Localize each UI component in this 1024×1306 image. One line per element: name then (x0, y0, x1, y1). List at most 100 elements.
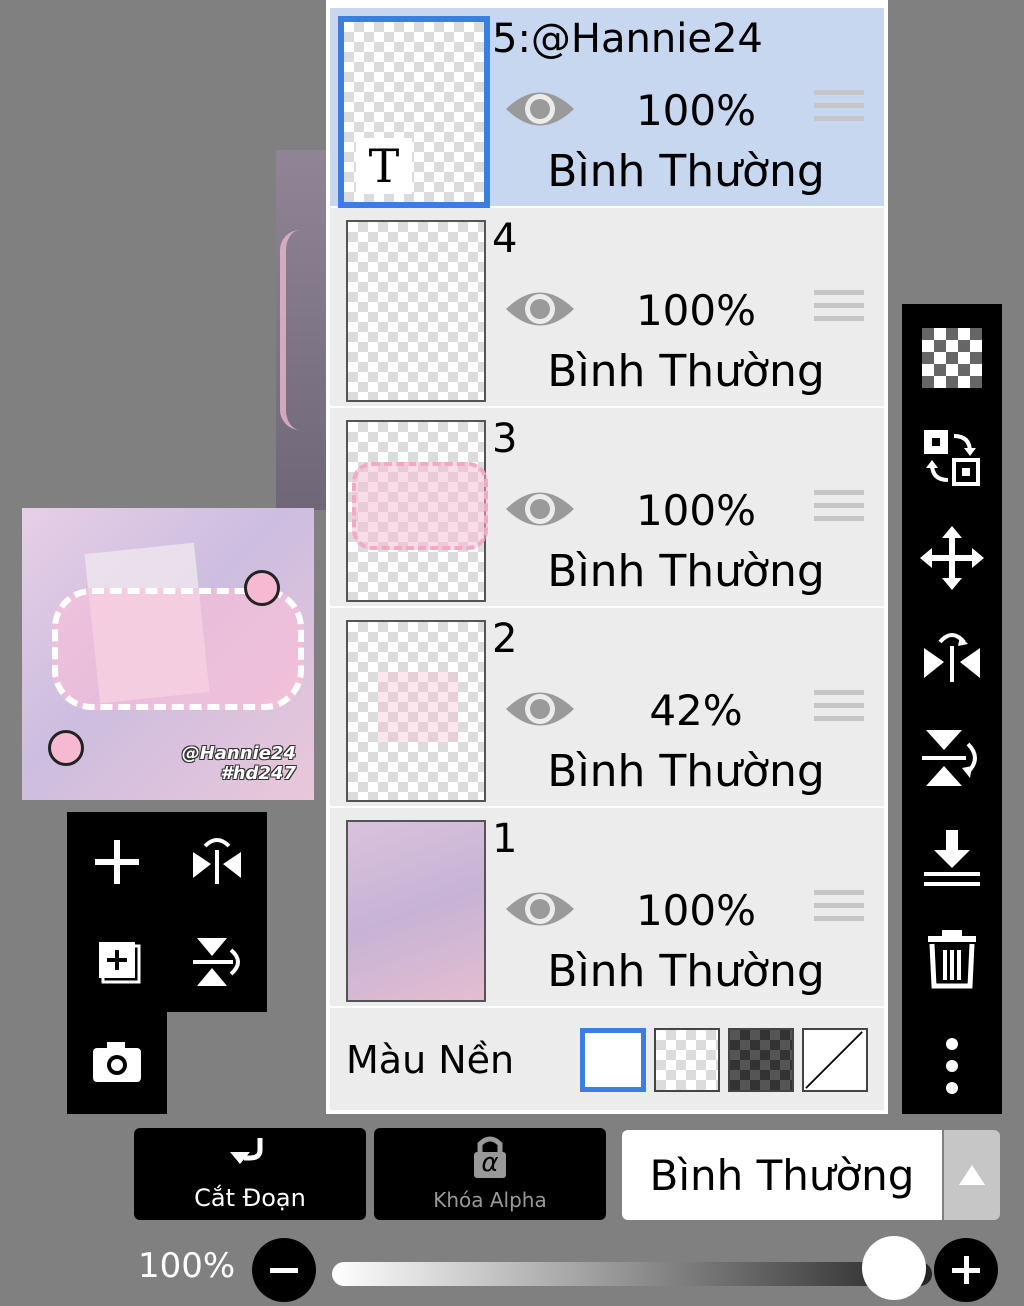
layer-thumbnail (346, 820, 486, 1002)
layer-blend-mode: Bình Thường (547, 546, 825, 597)
drag-handle-icon[interactable] (814, 690, 864, 734)
right-toolbar (902, 304, 1002, 1114)
swatch-checker-dark[interactable] (728, 1028, 794, 1092)
layer-name: 4 (492, 216, 518, 262)
drag-handle-icon[interactable] (814, 90, 864, 134)
layer-row[interactable]: 4 100% Bình Thường (330, 208, 884, 406)
watermark-line2: #hd247 (220, 763, 296, 784)
faded-sticker-thumb (378, 672, 458, 742)
swatch-none[interactable] (802, 1028, 868, 1092)
camera-button[interactable] (67, 1012, 167, 1112)
layer-name: 1 (492, 816, 518, 862)
layer-name: 5:@Hannie24 (492, 16, 763, 62)
trash-icon (928, 930, 976, 989)
sticker-lettering (52, 588, 304, 710)
transparency-button[interactable] (902, 308, 1002, 408)
watermark: @Hannie24 #hd247 (182, 744, 296, 784)
layer-opacity-readout: 100% (138, 1246, 236, 1286)
flip-vertical-button[interactable] (167, 912, 267, 1012)
canvas-edge-preview (276, 150, 326, 510)
swap-layers-button[interactable] (902, 408, 1002, 508)
more-icon (946, 1038, 958, 1094)
layer-thumbnail (346, 420, 488, 602)
drag-handle-icon[interactable] (814, 890, 864, 934)
visibility-eye-icon[interactable] (504, 882, 576, 936)
clipping-label: Cắt Đoạn (194, 1184, 306, 1212)
layer-thumbnail: T (338, 16, 490, 208)
flip-horizontal-button[interactable] (902, 608, 1002, 708)
layer-opacity: 42% (649, 686, 743, 735)
copy-layer-button[interactable] (67, 912, 167, 1012)
merge-down-icon (924, 830, 980, 886)
drag-handle-icon[interactable] (814, 490, 864, 534)
alpha-lock-button[interactable]: α Khóa Alpha (374, 1128, 606, 1220)
flip-horizontal-icon (924, 633, 980, 682)
slash-icon (805, 1031, 863, 1089)
move-icon (920, 526, 984, 590)
chevron-up-icon (959, 1165, 985, 1185)
swatch-white[interactable] (580, 1028, 646, 1092)
flip-horizontal-icon (193, 838, 241, 884)
delete-layer-button[interactable] (902, 908, 1002, 1008)
sticker-ball (48, 730, 84, 766)
opacity-decrease-button[interactable] (252, 1238, 316, 1302)
alpha-lock-label: Khóa Alpha (433, 1188, 547, 1212)
swatch-checker-light[interactable] (654, 1028, 720, 1092)
flip-horizontal-button[interactable] (167, 812, 267, 912)
layer-blend-mode: Bình Thường (547, 946, 825, 997)
camera-icon (93, 1042, 141, 1082)
layer-row[interactable]: 3 100% Bình Thường (330, 408, 884, 606)
blend-mode-select[interactable]: Bình Thường (622, 1130, 942, 1220)
layer-opacity: 100% (635, 486, 757, 535)
layer-opacity: 100% (635, 286, 757, 335)
blend-mode-dropdown-button[interactable] (944, 1130, 1000, 1220)
flip-vertical-icon (193, 938, 240, 986)
layer-list: T 5:@Hannie24 100% Bình Thường 4 100% Bì… (326, 0, 888, 1114)
more-options-button[interactable] (902, 1016, 1002, 1116)
canvas-decoration (280, 230, 326, 430)
swap-layers-icon (924, 430, 980, 486)
clipping-button[interactable]: Cắt Đoạn (134, 1128, 366, 1220)
alpha-symbol: α (481, 1148, 499, 1178)
opacity-increase-button[interactable] (934, 1238, 998, 1302)
layer-row[interactable]: T 5:@Hannie24 100% Bình Thường (330, 8, 884, 208)
layer-opacity: 100% (635, 886, 757, 935)
visibility-eye-icon[interactable] (504, 482, 576, 536)
flip-vertical-icon (922, 730, 977, 786)
layer-name: 2 (492, 616, 518, 662)
plus-icon (952, 1256, 980, 1284)
layer-blend-mode: Bình Thường (547, 346, 825, 397)
add-layer-button[interactable] (67, 812, 167, 912)
sticker-ball (244, 570, 280, 606)
camera-panel (67, 1012, 167, 1114)
watermark-line1: @Hannie24 (181, 743, 296, 764)
add-layer-icon (95, 840, 139, 884)
drag-handle-icon[interactable] (814, 290, 864, 334)
clip-arrow-icon (230, 1138, 263, 1164)
canvas-preview[interactable]: @Hannie24 #hd247 (22, 508, 314, 800)
transparency-icon (922, 328, 982, 388)
opacity-slider[interactable] (332, 1262, 932, 1286)
flip-vertical-button[interactable] (902, 708, 1002, 808)
sticker-thumb (352, 462, 488, 550)
layer-opacity: 100% (635, 86, 757, 135)
background-color-row: Màu Nền (330, 1008, 884, 1110)
visibility-eye-icon[interactable] (504, 82, 576, 136)
copy-layer-icon (99, 942, 141, 984)
layer-blend-mode: Bình Thường (547, 746, 825, 797)
merge-down-button[interactable] (902, 808, 1002, 908)
move-button[interactable] (902, 508, 1002, 608)
visibility-eye-icon[interactable] (504, 282, 576, 336)
layer-name: 3 (492, 416, 518, 462)
text-layer-icon: T (356, 138, 412, 194)
minus-icon (270, 1268, 298, 1273)
layer-row[interactable]: 1 100% Bình Thường (330, 808, 884, 1006)
opacity-slider-knob[interactable] (862, 1236, 926, 1300)
layer-tools-panel (67, 812, 267, 1012)
layer-thumbnail (346, 620, 486, 802)
layer-thumbnail (346, 220, 486, 402)
layer-row[interactable]: 2 42% Bình Thường (330, 608, 884, 806)
visibility-eye-icon[interactable] (504, 682, 576, 736)
layer-blend-mode: Bình Thường (547, 146, 825, 197)
background-color-label: Màu Nền (346, 1038, 515, 1082)
